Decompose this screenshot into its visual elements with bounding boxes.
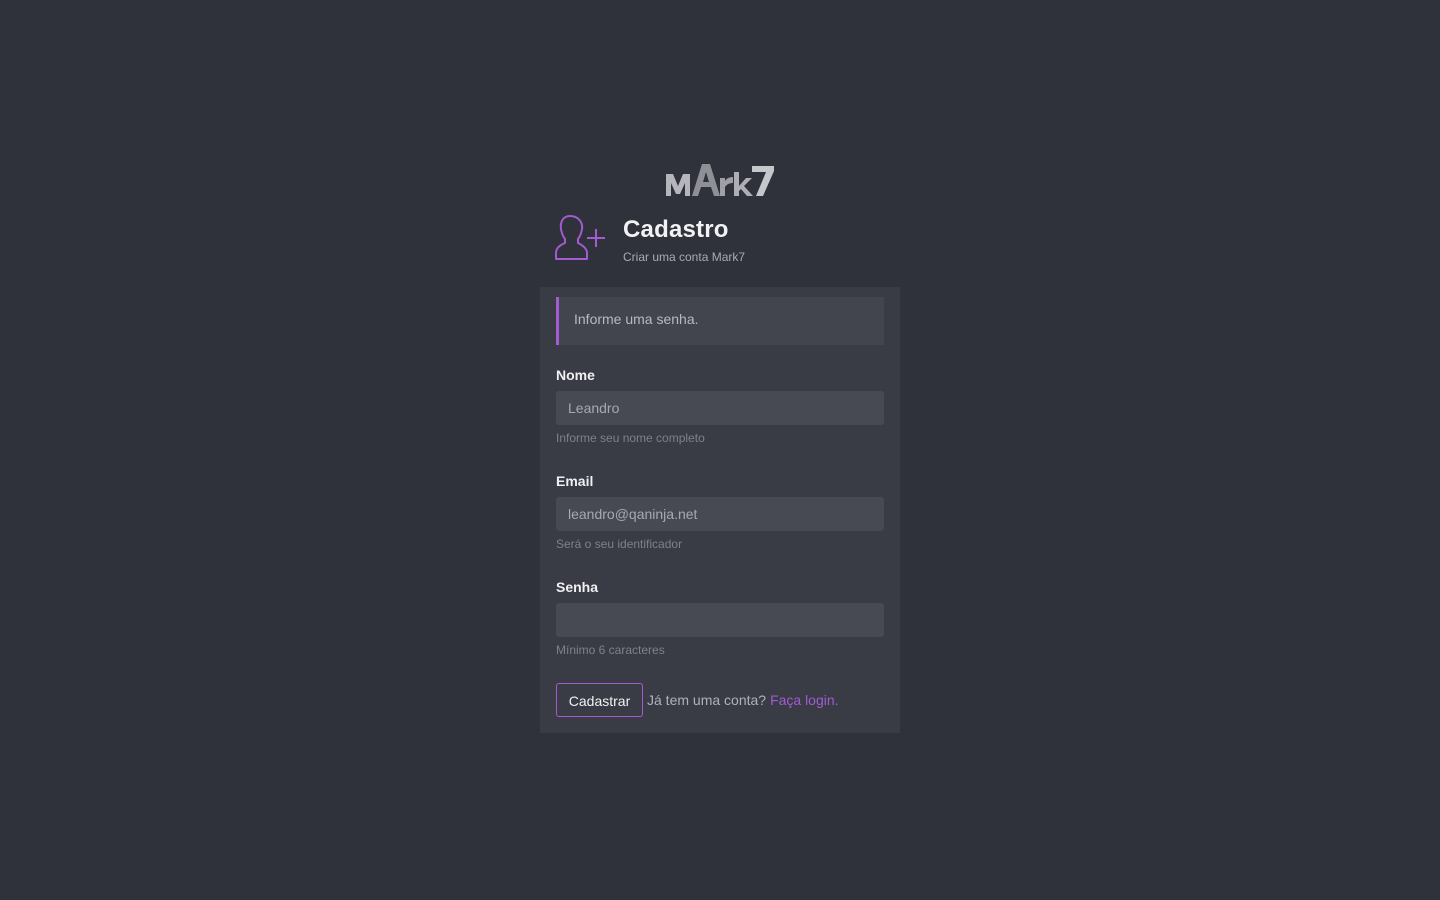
page-subtitle: Criar uma conta Mark7 bbox=[623, 250, 746, 264]
email-field-group: Email leandro@qaninja.net Será o seu ide… bbox=[556, 473, 884, 551]
signup-button[interactable]: Cadastrar bbox=[556, 683, 643, 717]
password-field-group: Senha Mínimo 6 caracteres bbox=[556, 579, 884, 657]
email-label: Email bbox=[556, 473, 594, 489]
mark7-logo bbox=[666, 164, 774, 196]
password-label: Senha bbox=[556, 579, 599, 595]
login-question: Já tem uma conta? bbox=[647, 692, 767, 708]
name-field-group: Nome Leandro Informe seu nome completo bbox=[556, 367, 884, 445]
alert-message: Informe uma senha. bbox=[556, 297, 884, 345]
page-title: Cadastro bbox=[623, 216, 729, 243]
name-input[interactable]: Leandro bbox=[556, 391, 884, 425]
page-header: Cadastro Criar uma conta Mark7 bbox=[554, 214, 745, 266]
add-user-icon bbox=[555, 215, 605, 260]
signup-page: Cadastro Criar uma conta Mark7 Informe u… bbox=[0, 0, 1440, 900]
form-actions: Cadastrar Já tem uma conta? Faça login. bbox=[556, 683, 839, 717]
signup-card: Informe uma senha. Nome Leandro Informe … bbox=[540, 287, 900, 733]
name-help: Informe seu nome completo bbox=[556, 431, 705, 445]
email-help: Será o seu identificador bbox=[556, 537, 683, 551]
login-link[interactable]: Faça login. bbox=[770, 692, 838, 708]
password-input[interactable] bbox=[556, 603, 884, 637]
name-label: Nome bbox=[556, 367, 595, 383]
password-help: Mínimo 6 caracteres bbox=[556, 643, 665, 657]
email-input[interactable]: leandro@qaninja.net bbox=[556, 497, 884, 531]
